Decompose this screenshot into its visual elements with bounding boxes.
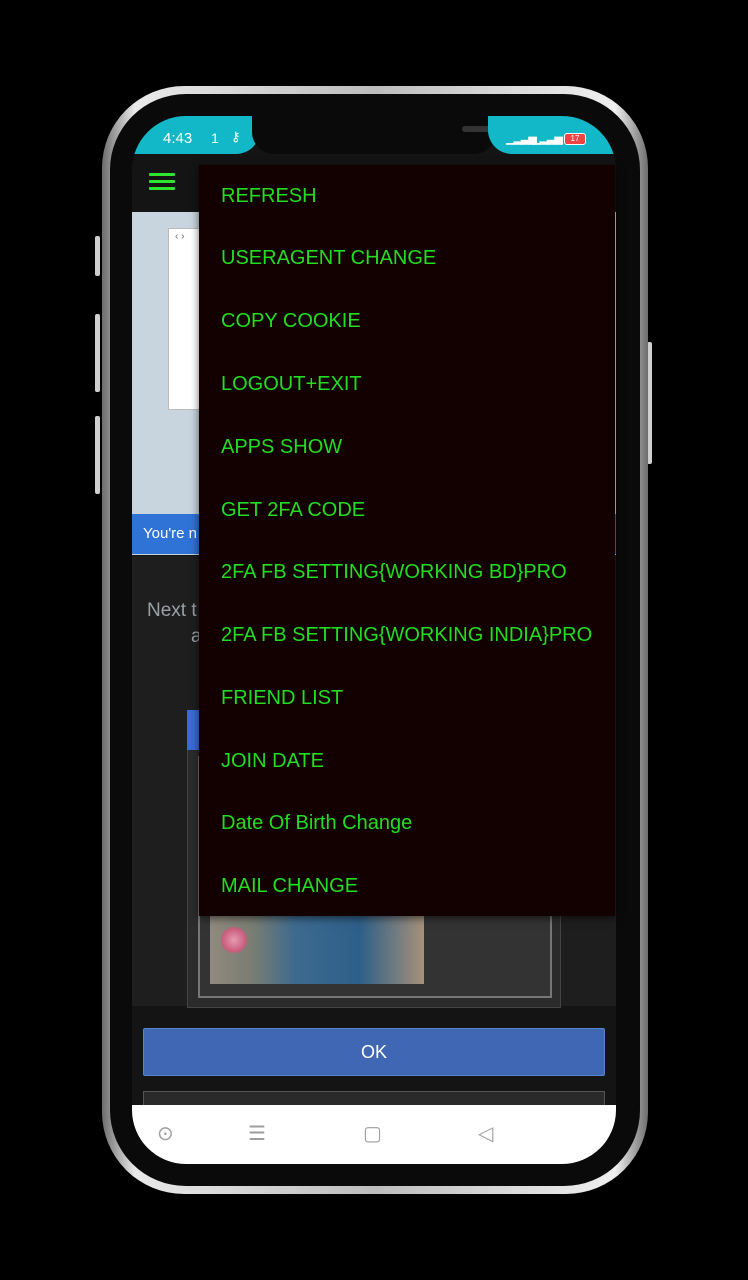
menu-item-useragent-change[interactable]: USERAGENT CHANGE: [199, 227, 615, 290]
menu-item-2fa-india[interactable]: 2FA FB SETTING{WORKING INDIA}PRO: [199, 604, 615, 667]
menu-item-logout-exit[interactable]: LOGOUT+EXIT: [199, 353, 615, 416]
menu-item-dob-change[interactable]: Date Of Birth Change: [199, 792, 615, 855]
circle-icon[interactable]: ⊙: [157, 1121, 174, 1146]
instruction-text: Next t: [147, 600, 197, 621]
notch: [252, 116, 562, 154]
menu-item-friend-list[interactable]: FRIEND LIST: [199, 667, 615, 730]
network-speed: 1: [211, 130, 219, 146]
volume-up-button: [95, 236, 100, 276]
flower-image: [220, 926, 248, 954]
nav-arrows-icon: ‹ ›: [175, 231, 185, 242]
signal-icon: ▁▂▃▅: [532, 133, 563, 145]
battery-icon: 17: [564, 133, 586, 145]
navigation-bar: ⊙ ☰ ▢ ◁: [132, 1105, 616, 1164]
banner-text: You're n: [143, 525, 198, 542]
ok-button[interactable]: OK: [143, 1028, 605, 1076]
status-bar: 4:43 1 ⚷ ▁▂▃▅ ▁▂▃▅ 17: [132, 116, 616, 154]
status-bar-right: ▁▂▃▅ ▁▂▃▅ 17: [488, 116, 616, 154]
volume-down-button: [95, 314, 100, 392]
menu-item-2fa-bd[interactable]: 2FA FB SETTING{WORKING BD}PRO: [199, 541, 615, 604]
menu-lines-icon[interactable]: ☰: [248, 1121, 266, 1146]
menu-item-join-date[interactable]: JOIN DATE: [199, 730, 615, 793]
hamburger-menu-icon[interactable]: [149, 173, 175, 191]
menu-item-apps-show[interactable]: APPS SHOW: [199, 416, 615, 479]
mute-button: [95, 416, 100, 494]
back-triangle-icon[interactable]: ◁: [478, 1121, 493, 1146]
key-icon: ⚷: [231, 129, 241, 144]
menu-item-refresh[interactable]: REFRESH: [199, 165, 615, 228]
status-bar-left: 4:43 1 ⚷: [132, 116, 260, 154]
status-time: 4:43: [163, 130, 193, 147]
menu-item-get-2fa-code[interactable]: GET 2FA CODE: [199, 479, 615, 542]
overflow-menu: REFRESH USERAGENT CHANGE COPY COOKIE LOG…: [199, 165, 615, 916]
square-icon[interactable]: ▢: [363, 1121, 382, 1146]
menu-item-mail-change[interactable]: MAIL CHANGE: [199, 855, 615, 918]
menu-item-copy-cookie[interactable]: COPY COOKIE: [199, 290, 615, 353]
